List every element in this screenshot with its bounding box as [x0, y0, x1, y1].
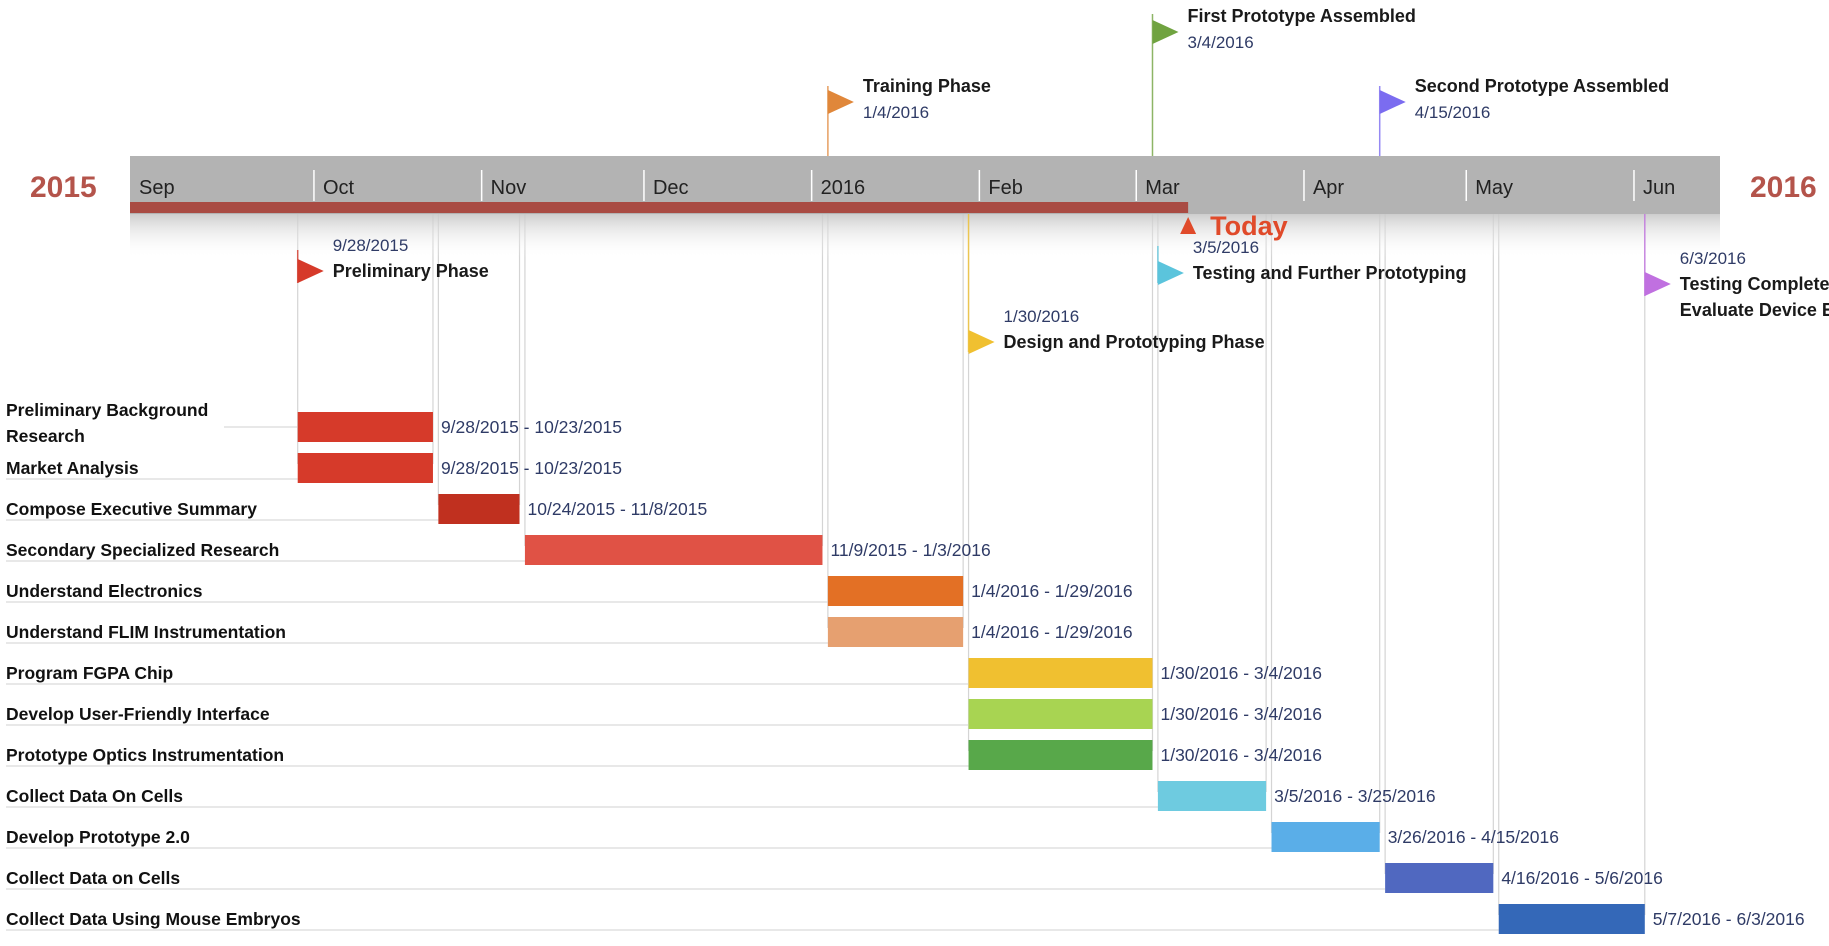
- milestone-title: Design and Prototyping Phase: [1004, 332, 1265, 352]
- task-label: Collect Data Using Mouse Embryos: [6, 909, 301, 929]
- milestone-date: 1/4/2016: [863, 103, 929, 122]
- month-label: Apr: [1313, 177, 1344, 199]
- task-range-label: 3/26/2016 - 4/15/2016: [1388, 827, 1559, 847]
- task-bar: [1385, 863, 1494, 893]
- today-label: Today: [1210, 211, 1288, 241]
- start-year-label: 2015: [30, 171, 97, 204]
- milestone-flag: [1152, 20, 1179, 44]
- milestone-date: 1/30/2016: [1004, 307, 1080, 326]
- month-label: 2016: [821, 177, 866, 199]
- task-label: Understand Electronics: [6, 581, 203, 601]
- milestone-date: 9/28/2015: [333, 236, 409, 255]
- task-label: Preliminary Background Research: [6, 400, 208, 446]
- task-label: Collect Data on Cells: [6, 868, 180, 888]
- task-bar: [297, 453, 433, 483]
- task-label: Understand FLIM Instrumentation: [6, 622, 286, 642]
- task-label: Market Analysis: [6, 458, 139, 478]
- end-year-label: 2016: [1750, 171, 1817, 204]
- gantt-chart: Sep Oct Nov Dec 2016 Feb Mar Apr May Jun 2015 2016 T…: [6, 6, 1829, 934]
- task-bar: [524, 535, 823, 565]
- milestone-title: Training Phase: [863, 76, 991, 96]
- task-bar: [827, 617, 964, 647]
- task-label: Develop Prototype 2.0: [6, 827, 190, 847]
- task-range-label: 1/4/2016 - 1/29/2016: [971, 581, 1133, 601]
- milestone-date: 6/3/2016: [1680, 249, 1746, 268]
- milestone-flag: [1157, 261, 1184, 285]
- task-bar: [438, 494, 520, 524]
- task-range-label: 9/28/2015 - 10/23/2015: [441, 417, 622, 437]
- task-label: Program FGPA Chip: [6, 663, 173, 683]
- task-range-label: 1/30/2016 - 3/4/2016: [1160, 745, 1322, 765]
- month-label: Sep: [139, 177, 175, 199]
- task-range-label: 1/30/2016 - 3/4/2016: [1160, 663, 1322, 683]
- task-bar: [968, 699, 1153, 729]
- milestone-title: First Prototype Assembled: [1187, 6, 1415, 26]
- task-label: Collect Data On Cells: [6, 786, 183, 806]
- task-bar: [1157, 781, 1267, 811]
- milestone-title: Second Prototype Assembled: [1415, 76, 1669, 96]
- milestone-flag: [968, 330, 995, 354]
- month-label: Mar: [1145, 177, 1180, 199]
- task-range-label: 3/5/2016 - 3/25/2016: [1274, 786, 1436, 806]
- task-bar: [827, 576, 964, 606]
- milestone-date: 3/5/2016: [1193, 238, 1259, 257]
- milestone-date: 4/15/2016: [1415, 103, 1491, 122]
- task-bar: [1271, 822, 1380, 852]
- month-label: May: [1475, 177, 1513, 199]
- milestone-title: Testing Complete &Evaluate Device Effica…: [1680, 274, 1829, 320]
- task-bar: [968, 658, 1153, 688]
- month-label: Oct: [323, 177, 355, 199]
- milestone-flag: [1379, 90, 1406, 114]
- month-label: Dec: [653, 177, 689, 199]
- task-label: Secondary Specialized Research: [6, 540, 279, 560]
- month-label: Feb: [988, 177, 1022, 199]
- milestone-title: Preliminary Phase: [333, 261, 489, 281]
- task-range-label: 5/7/2016 - 6/3/2016: [1653, 909, 1805, 929]
- milestone-flag: [827, 90, 854, 114]
- task-label: Develop User-Friendly Interface: [6, 704, 270, 724]
- task-range-label: 11/9/2015 - 1/3/2016: [830, 540, 990, 560]
- month-label: Nov: [491, 177, 527, 199]
- task-range-label: 10/24/2015 - 11/8/2015: [528, 499, 708, 519]
- progress-bar: [130, 202, 1189, 213]
- task-range-label: 1/4/2016 - 1/29/2016: [971, 622, 1133, 642]
- task-range-label: 1/30/2016 - 3/4/2016: [1160, 704, 1322, 724]
- task-label: Prototype Optics Instrumentation: [6, 745, 284, 765]
- month-label: Jun: [1643, 177, 1675, 199]
- task-label: Compose Executive Summary: [6, 499, 257, 519]
- milestone-flag: [1644, 272, 1671, 296]
- task-bar: [297, 412, 433, 442]
- milestone-title: Testing and Further Prototyping: [1193, 263, 1467, 283]
- task-range-label: 4/16/2016 - 5/6/2016: [1501, 868, 1663, 888]
- milestone-flag: [297, 259, 324, 283]
- milestone-date: 3/4/2016: [1187, 33, 1253, 52]
- task-range-label: 9/28/2015 - 10/23/2015: [441, 458, 622, 478]
- task-bar: [1498, 904, 1645, 934]
- task-bar: [968, 740, 1153, 770]
